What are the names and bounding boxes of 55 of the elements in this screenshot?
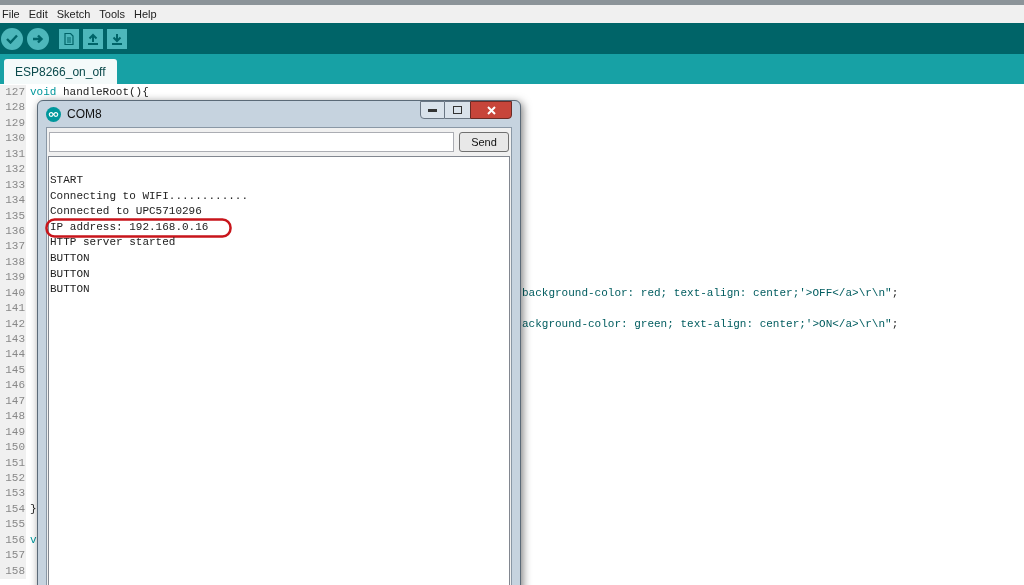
arrow-right-icon [32,33,44,44]
line-number: 137 [0,239,26,255]
line-number: 128 [0,100,26,116]
menu-item[interactable]: File [2,5,20,23]
file-tab[interactable]: ESP8266_on_off [4,59,117,84]
close-button[interactable] [470,101,512,119]
output-line: HTTP server started [50,235,176,251]
check-icon [6,33,18,44]
app-logo-icon [46,106,61,122]
code-line: } [30,501,37,517]
menu-item[interactable]: Edit [28,5,48,23]
line-number: 150 [0,440,26,456]
menu-item[interactable]: Tools [99,5,126,23]
code-line: void handleRoot(){ [30,85,149,100]
menu-item[interactable]: Sketch [56,5,91,23]
toolbar-button[interactable] [107,28,127,49]
line-number: 144 [0,347,26,363]
line-number: 157 [0,548,26,564]
message-input-field[interactable] [49,132,454,152]
output-line: BUTTON [50,282,90,298]
code-line: background-color: red; text-align: center;'>OFF</a>\r\n"; [522,285,899,301]
line-number: 148 [0,409,26,425]
close-icon [486,105,496,115]
maximize-button[interactable] [445,101,470,119]
line-number: 146 [0,378,26,394]
line-number: 130 [0,131,26,147]
line-number: 153 [0,486,26,502]
code-line: v [30,532,37,548]
output-line: Connecting to WIFI............ [50,188,249,204]
output-line: IP address: 192.168.0.16 [50,219,209,235]
output-line: Connected to UPC5710296 [50,204,202,220]
line-number: 139 [0,270,26,286]
minimize-button[interactable] [420,101,445,119]
output-line: BUTTON [50,250,90,266]
toolbar-button[interactable] [1,27,23,50]
line-number: 132 [0,162,26,178]
document-icon [64,32,74,45]
menu-item[interactable]: Help [134,5,157,23]
line-number: 155 [0,517,26,533]
minimize-icon [428,108,437,112]
line-number: 127 [0,85,26,101]
line-number: 134 [0,193,26,209]
toolbar-button[interactable] [59,28,79,49]
toolbar-button[interactable] [27,27,49,50]
line-number: 143 [0,332,26,348]
maximize-icon [453,106,462,114]
toolbar-button[interactable] [83,28,103,49]
download-icon [111,32,123,45]
output-line: START [50,173,83,188]
line-number: 141 [0,301,26,317]
output-line: BUTTON [50,266,90,282]
code-line: ackground-color: green; text-align: center;'>ON</a>\r\n"; [522,316,899,332]
upload-icon [87,32,99,45]
window-title: COM8 [67,106,102,123]
send-button[interactable]: Send [459,132,509,152]
